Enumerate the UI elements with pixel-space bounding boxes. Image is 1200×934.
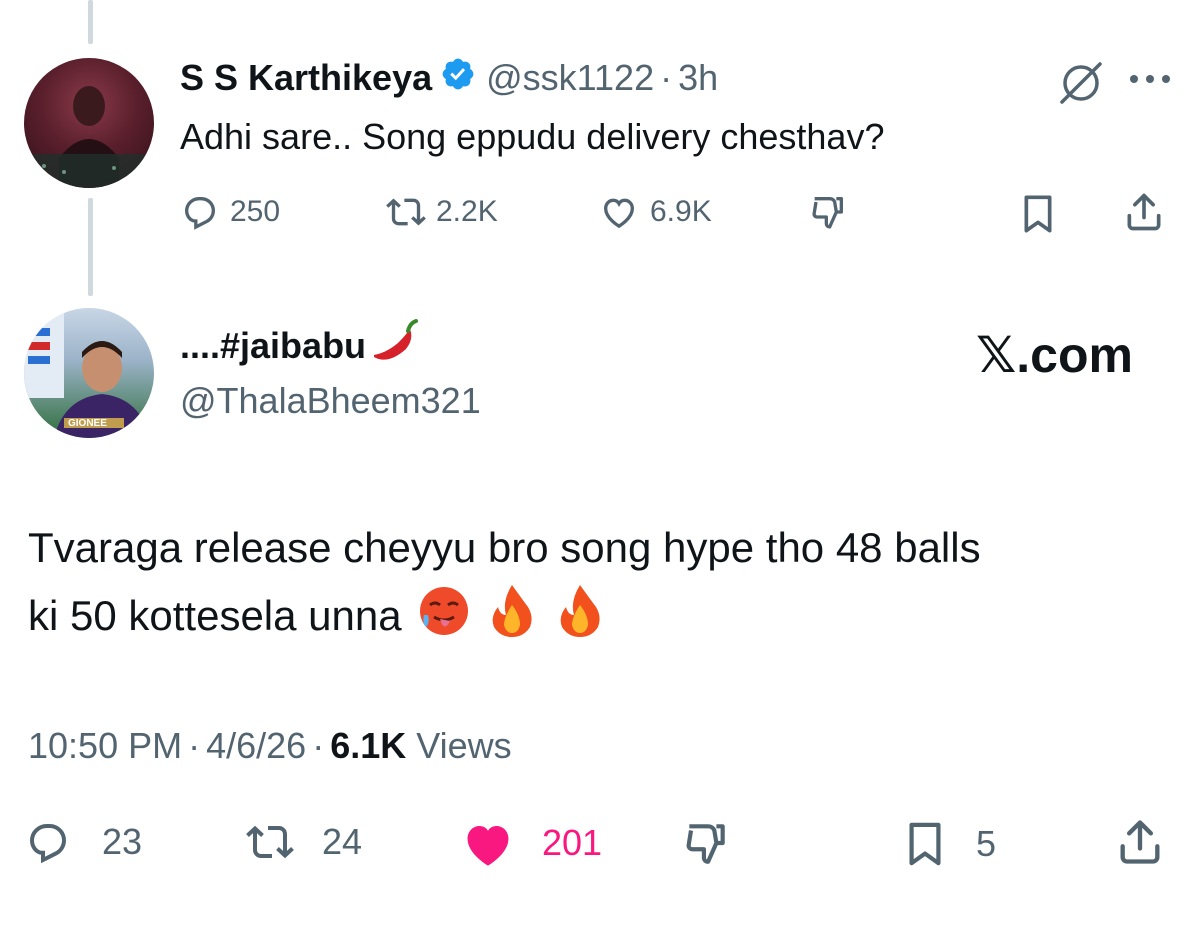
tweet-text: Adhi sare.. Song eppudu delivery chestha…: [180, 116, 885, 157]
share-button[interactable]: [1122, 190, 1166, 234]
reply-icon: [184, 197, 216, 230]
avatar[interactable]: [24, 58, 154, 188]
reply-text-line2: ki 50 kottesela unna: [28, 592, 402, 639]
like-button[interactable]: 201: [460, 818, 602, 868]
heart-filled-icon: [467, 825, 509, 866]
display-name[interactable]: ....#jaibabu: [180, 325, 366, 367]
dislike-button[interactable]: [680, 818, 732, 868]
reply-text-line2-row: ki 50 kottesela unna: [28, 583, 604, 649]
share-icon: [1127, 193, 1161, 231]
separator: ·: [188, 725, 201, 766]
reply-header: ....#jaibabu: [180, 318, 420, 370]
share-button[interactable]: [1114, 816, 1166, 868]
repost-icon: [246, 825, 294, 859]
repost-button[interactable]: 24: [244, 818, 362, 866]
like-count: 6.9K: [650, 195, 712, 228]
more-icon[interactable]: [1128, 72, 1172, 90]
user-avatar-karthikeya-icon: [24, 86, 154, 188]
reply-count: 250: [230, 195, 281, 228]
avatar[interactable]: GIONEE: [24, 308, 154, 438]
chili-pepper-icon: [368, 318, 420, 374]
verified-badge-icon: [440, 56, 476, 101]
repost-count: 2.2K: [436, 195, 498, 228]
tweet-meta: 10:50 PM · 4/6/26 · 6.1K Views: [28, 722, 512, 770]
thread-line-top: [88, 0, 93, 44]
views-count: 6.1K: [330, 725, 407, 766]
reply-text-line1: Tvaraga release cheyyu bro song hype tho…: [28, 524, 981, 571]
display-name[interactable]: S S Karthikeya: [180, 57, 432, 99]
tweet-header: S S Karthikeya @ssk1122 · 3h: [180, 56, 718, 100]
post-time[interactable]: 10:50 PM: [28, 725, 182, 767]
reply-icon: [29, 824, 67, 864]
thread-line-bottom: [88, 198, 93, 296]
views-label: Views: [416, 725, 512, 766]
thumbs-down-icon: [812, 197, 843, 229]
thumbs-down-icon: [686, 824, 725, 864]
svg-text:GIONEE: GIONEE: [68, 418, 107, 429]
post-date[interactable]: 4/6/26: [206, 725, 306, 767]
handle[interactable]: @ssk1122: [486, 57, 654, 99]
heart-icon: [603, 198, 635, 229]
handle[interactable]: @ThalaBheem321: [180, 380, 481, 422]
like-count: 201: [542, 822, 603, 863]
reply-button[interactable]: 23: [24, 818, 142, 866]
bookmark-icon: [909, 822, 941, 866]
repost-count: 24: [322, 821, 363, 862]
separator: ·: [312, 725, 325, 766]
bookmark-count: 5: [976, 823, 997, 864]
separator: ·: [660, 57, 673, 98]
grok-icon[interactable]: [1058, 60, 1104, 111]
reply-button[interactable]: 250: [180, 192, 280, 232]
bookmark-button[interactable]: [1018, 192, 1058, 236]
repost-icon: [386, 198, 426, 226]
user-avatar-thalabheem-icon: GIONEE: [24, 308, 150, 438]
share-icon: [1120, 820, 1160, 864]
xcom-watermark: 𝕏.com: [976, 327, 1133, 383]
fire-icon: [488, 583, 536, 649]
repost-button[interactable]: 2.2K: [386, 192, 498, 232]
dislike-button[interactable]: [806, 192, 850, 232]
bookmark-button[interactable]: 5: [902, 818, 996, 870]
hot-face-icon: [418, 585, 470, 647]
fire-icon: [556, 583, 604, 649]
reply-count: 23: [102, 821, 143, 862]
like-button[interactable]: 6.9K: [598, 192, 712, 232]
timestamp[interactable]: 3h: [678, 57, 718, 99]
bookmark-icon: [1024, 195, 1052, 233]
